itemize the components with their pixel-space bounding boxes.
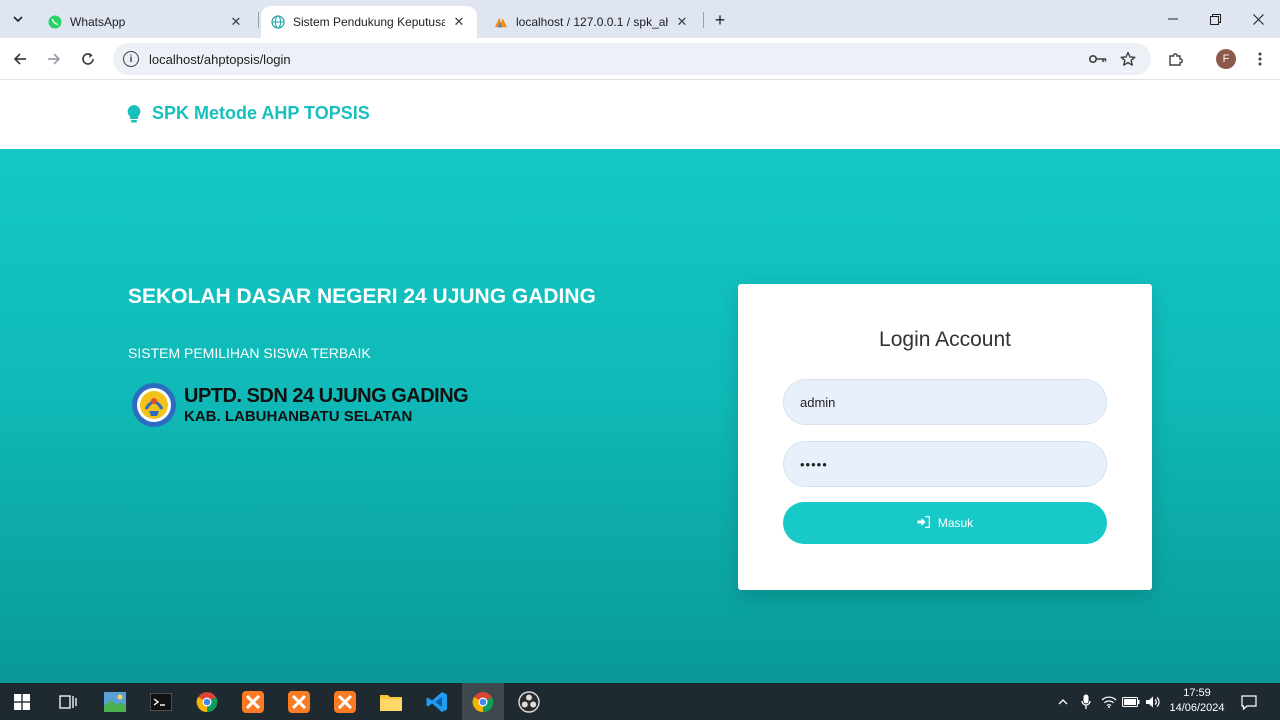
close-icon[interactable]: ✕ xyxy=(674,14,690,30)
tab-phpmyadmin[interactable]: localhost / 127.0.0.1 / spk_ahp_ ✕ xyxy=(484,6,700,38)
notification-icon[interactable] xyxy=(1239,692,1259,712)
close-icon[interactable]: ✕ xyxy=(451,14,467,30)
battery-icon[interactable] xyxy=(1121,692,1141,712)
wifi-icon[interactable] xyxy=(1099,692,1119,712)
minimize-icon[interactable] xyxy=(1162,8,1184,30)
login-title: Login Account xyxy=(879,328,1011,351)
extensions-puzzle-icon[interactable] xyxy=(1164,47,1188,71)
tab-search-dropdown-icon[interactable] xyxy=(6,8,30,30)
obs-icon[interactable] xyxy=(515,688,543,716)
password-input[interactable] xyxy=(783,441,1107,487)
logo-line-2: KAB. LABUHANBATU SELATAN xyxy=(184,408,413,425)
tab-title: Sistem Pendukung Keputusan M xyxy=(293,15,445,29)
forward-arrow-icon[interactable] xyxy=(42,47,66,71)
login-submit-label: Masuk xyxy=(937,516,974,530)
terminal-icon[interactable] xyxy=(147,688,175,716)
tut-wuri-handayani-emblem-icon xyxy=(130,381,178,429)
school-name-heading: SEKOLAH DASAR NEGERI 24 UJUNG GADING xyxy=(128,285,596,308)
url-text[interactable]: localhost/ahptopsis/login xyxy=(149,52,291,67)
globe-icon xyxy=(271,15,285,29)
info-icon[interactable]: i xyxy=(123,51,139,67)
bookmark-star-icon[interactable] xyxy=(1116,47,1140,71)
windows-taskbar: 17:59 14/06/2024 xyxy=(0,683,1280,720)
whatsapp-icon xyxy=(48,15,62,29)
phpmyadmin-icon xyxy=(494,15,508,29)
tab-separator xyxy=(258,12,259,28)
tab-separator xyxy=(703,12,704,28)
more-menu-icon[interactable] xyxy=(1248,47,1272,71)
xampp-icon[interactable] xyxy=(239,688,267,716)
chrome-icon[interactable] xyxy=(193,688,221,716)
tab-whatsapp[interactable]: WhatsApp ✕ xyxy=(38,6,254,38)
lightbulb-icon xyxy=(126,104,142,124)
brand-text: SPK Metode AHP TOPSIS xyxy=(152,103,370,123)
browser-tab-bar: WhatsApp ✕ Sistem Pendukung Keputusan M … xyxy=(0,0,1280,38)
site-header: SPK Metode AHP TOPSIS xyxy=(0,81,1280,149)
chevron-up-icon[interactable] xyxy=(1053,692,1073,712)
speaker-icon[interactable] xyxy=(1143,692,1163,712)
reload-icon[interactable] xyxy=(76,47,100,71)
login-card: Login Account Masuk xyxy=(738,284,1152,590)
microphone-icon[interactable] xyxy=(1076,692,1096,712)
restore-icon[interactable] xyxy=(1204,8,1226,30)
photos-app-icon[interactable] xyxy=(101,688,129,716)
school-logo: UPTD. SDN 24 UJUNG GADING KAB. LABUHANBA… xyxy=(130,381,469,429)
sign-in-icon xyxy=(917,515,931,531)
chrome-active-icon[interactable] xyxy=(462,683,504,720)
file-explorer-icon[interactable] xyxy=(377,688,405,716)
new-tab-button[interactable]: + xyxy=(709,9,731,31)
xampp-icon[interactable] xyxy=(285,688,313,716)
vscode-icon[interactable] xyxy=(423,688,451,716)
clock-date: 14/06/2024 xyxy=(1169,702,1225,714)
profile-avatar[interactable]: F xyxy=(1216,49,1236,69)
close-icon[interactable]: ✕ xyxy=(228,14,244,30)
browser-toolbar: i localhost/ahptopsis/login xyxy=(0,38,1280,80)
task-view-icon[interactable] xyxy=(54,688,82,716)
login-submit-button[interactable]: Masuk xyxy=(783,502,1107,544)
hero-section: SEKOLAH DASAR NEGERI 24 UJUNG GADING SIS… xyxy=(0,149,1280,683)
tab-title: localhost / 127.0.0.1 / spk_ahp_ xyxy=(516,15,668,29)
clock-time: 17:59 xyxy=(1183,687,1211,699)
school-subtitle: SISTEM PEMILIHAN SISWA TERBAIK xyxy=(128,345,371,361)
back-arrow-icon[interactable] xyxy=(8,47,32,71)
password-key-icon[interactable] xyxy=(1086,47,1110,71)
taskbar-clock[interactable]: 17:59 14/06/2024 xyxy=(1164,686,1230,716)
username-input[interactable] xyxy=(783,379,1107,425)
windows-start-icon[interactable] xyxy=(8,688,36,716)
window-close-icon[interactable] xyxy=(1247,8,1269,30)
tab-title: WhatsApp xyxy=(70,15,126,29)
logo-line-1: UPTD. SDN 24 UJUNG GADING xyxy=(184,385,469,407)
address-bar[interactable]: i localhost/ahptopsis/login xyxy=(113,43,1151,75)
xampp-icon[interactable] xyxy=(331,688,359,716)
tab-spk[interactable]: Sistem Pendukung Keputusan M ✕ xyxy=(261,6,477,38)
site-brand[interactable]: SPK Metode AHP TOPSIS xyxy=(126,103,370,124)
